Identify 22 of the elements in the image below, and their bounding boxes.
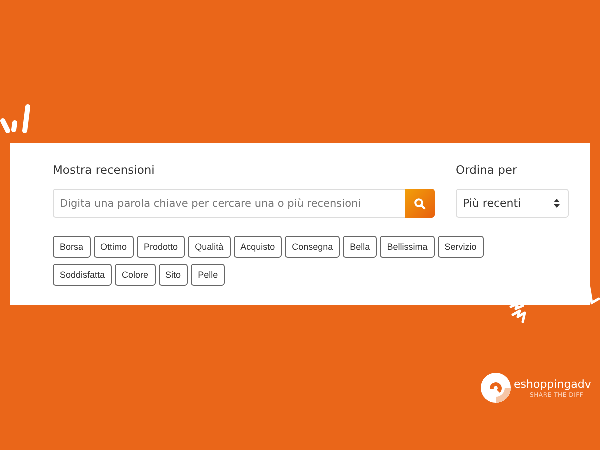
keyword-tag[interactable]: Qualità bbox=[188, 236, 231, 258]
sort-label: Ordina per bbox=[456, 163, 518, 179]
section-label: Mostra recensioni bbox=[53, 163, 156, 179]
keyword-tag[interactable]: Bellissima bbox=[380, 236, 435, 258]
sort-select[interactable]: Più recenti bbox=[456, 189, 569, 218]
keyword-tag[interactable]: Ottimo bbox=[94, 236, 134, 258]
sort-caret-icon bbox=[554, 199, 560, 208]
keyword-tag[interactable]: Prodotto bbox=[137, 236, 186, 258]
keyword-tag[interactable]: Bella bbox=[343, 236, 378, 258]
logo-name: eshoppingadv bbox=[514, 378, 592, 392]
search-button[interactable] bbox=[405, 189, 435, 218]
keyword-tag[interactable]: Consegna bbox=[285, 236, 340, 258]
keyword-tag[interactable]: Borsa bbox=[53, 236, 91, 258]
keyword-tag[interactable]: Servizio bbox=[438, 236, 484, 258]
keyword-tag[interactable]: Colore bbox=[115, 264, 156, 286]
logo-icon bbox=[480, 372, 512, 404]
keyword-tag[interactable]: Sito bbox=[158, 264, 188, 286]
keyword-tag[interactable]: Soddisfatta bbox=[53, 264, 112, 286]
search-icon bbox=[414, 198, 426, 210]
search-field[interactable]: Digita una parola chiave per cercare una o più recensioni bbox=[53, 189, 405, 218]
keyword-tag[interactable]: Pelle bbox=[191, 264, 226, 286]
keyword-tag[interactable]: Acquisto bbox=[234, 236, 282, 258]
